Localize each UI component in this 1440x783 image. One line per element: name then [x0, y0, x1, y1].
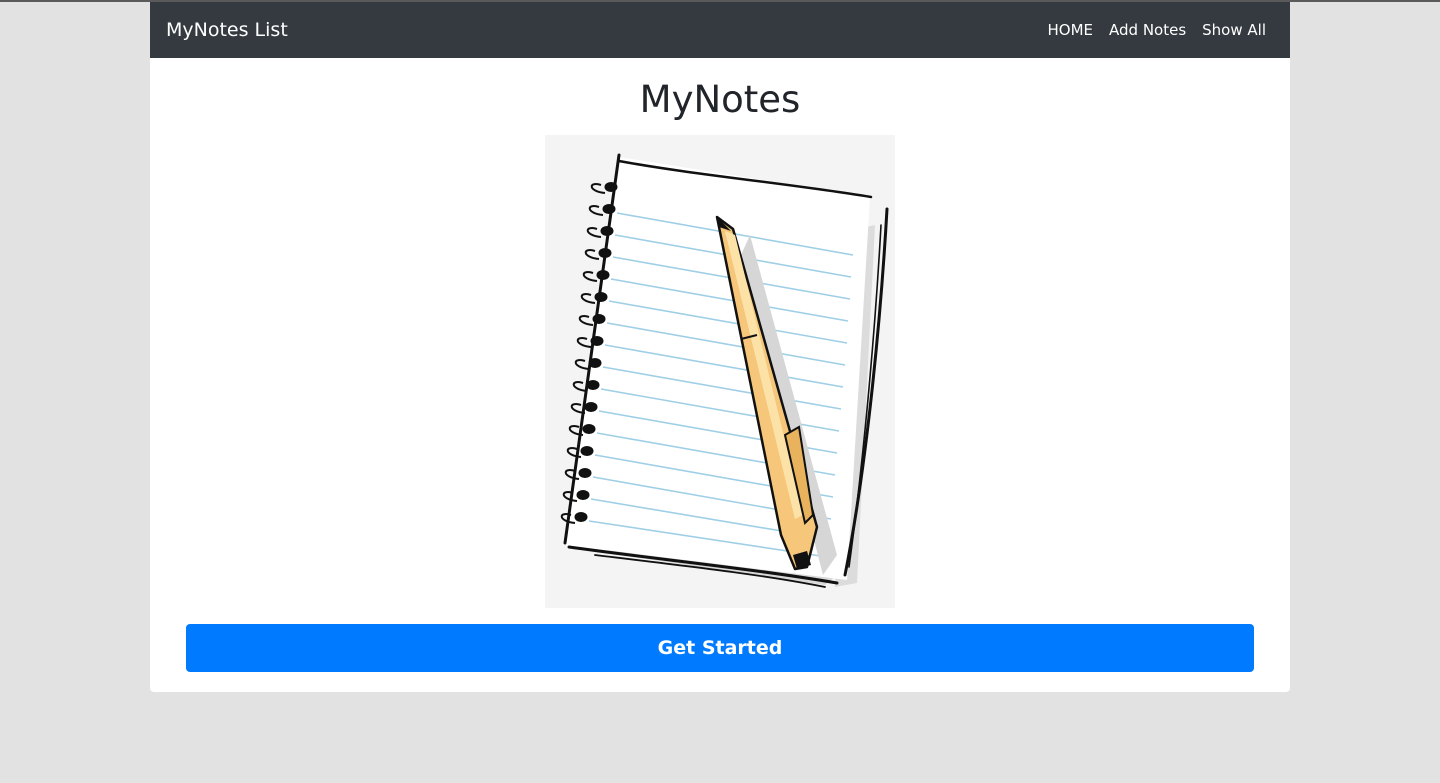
nav-link-home[interactable]: HOME	[1048, 21, 1094, 39]
get-started-button[interactable]: Get Started	[186, 624, 1254, 672]
nav-links: HOME Add Notes Show All	[1048, 21, 1275, 39]
nav-link-add-notes[interactable]: Add Notes	[1109, 21, 1186, 39]
page-title: MyNotes	[639, 78, 801, 121]
notebook-pen-svg	[560, 153, 889, 588]
navbar: MyNotes List HOME Add Notes Show All	[150, 2, 1290, 58]
navbar-brand[interactable]: MyNotes List	[166, 19, 288, 41]
page-container: MyNotes List HOME Add Notes Show All MyN…	[150, 2, 1290, 692]
notebook-pen-illustration	[545, 135, 895, 608]
nav-link-show-all[interactable]: Show All	[1202, 21, 1266, 39]
